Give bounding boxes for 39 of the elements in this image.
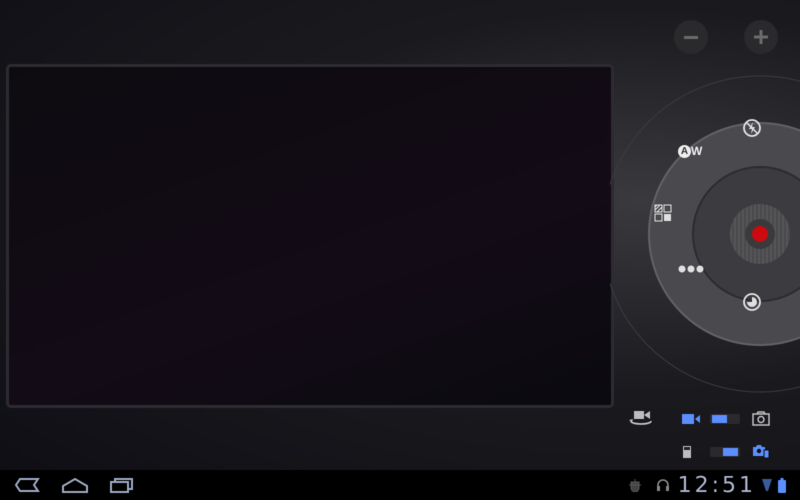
mode-option[interactable] (752, 411, 770, 426)
home-button[interactable] (62, 477, 88, 493)
mode-option[interactable] (682, 446, 692, 458)
wheel-button[interactable] (654, 204, 672, 222)
camera-icon (752, 411, 770, 426)
record-icon (752, 226, 768, 242)
zoom-out-button[interactable] (674, 20, 708, 54)
video-camera-icon (682, 413, 700, 425)
switch-camera-icon[interactable] (628, 410, 654, 428)
grid-icon (654, 204, 672, 222)
headphones-icon (656, 478, 670, 492)
wheel-button[interactable] (742, 292, 762, 312)
clock-time: 12:51 (678, 472, 756, 498)
recent-button[interactable] (110, 477, 134, 493)
back-button[interactable] (14, 477, 40, 493)
mode-switch[interactable] (710, 414, 740, 424)
back-icon (14, 477, 40, 493)
mode-option[interactable] (682, 413, 700, 425)
flash-off-icon (742, 118, 762, 138)
plus-icon (754, 30, 768, 44)
zoom-in-button[interactable] (744, 20, 778, 54)
memory-card-icon (682, 446, 692, 458)
auto-badge: A (678, 144, 691, 158)
home-icon (62, 477, 88, 493)
switch-thumb[interactable] (712, 415, 727, 423)
minus-icon (684, 36, 698, 38)
more-icon (678, 265, 704, 273)
wheel-button[interactable] (742, 118, 762, 138)
recent-apps-icon (110, 477, 134, 493)
wb-letter: W (691, 144, 702, 158)
camera-card-icon (752, 444, 770, 458)
auto-wb-button[interactable]: A W (678, 144, 702, 158)
mode-switch[interactable] (710, 447, 740, 457)
timer-icon (742, 292, 762, 312)
switch-thumb[interactable] (723, 448, 738, 456)
mode-option[interactable] (752, 444, 770, 458)
wheel-button[interactable] (678, 265, 704, 273)
battery-icon (778, 478, 786, 492)
signal-icon (762, 478, 772, 492)
